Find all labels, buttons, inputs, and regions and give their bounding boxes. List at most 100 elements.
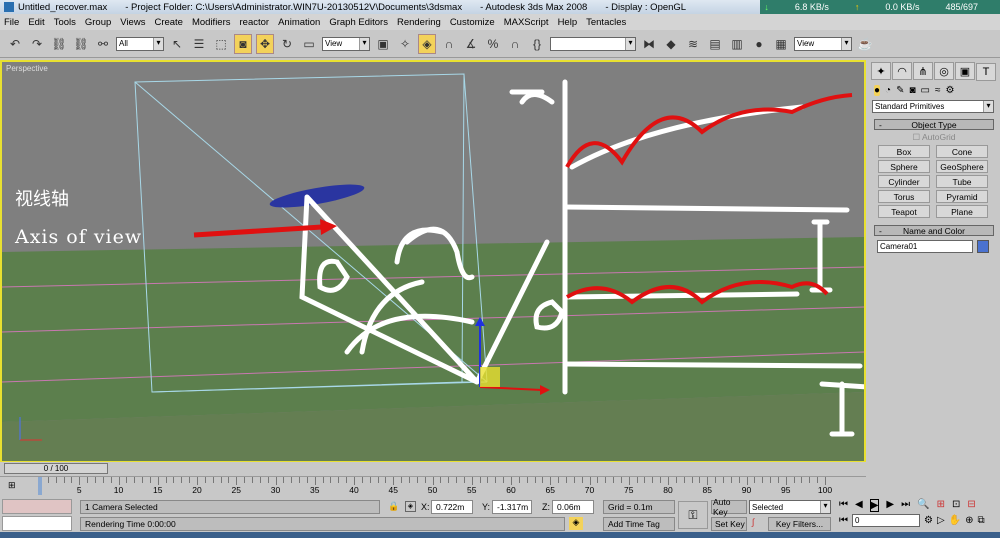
motion-tab-icon[interactable]: ◎ xyxy=(934,62,954,80)
autogrid-checkbox[interactable]: ☐ AutoGrid xyxy=(868,132,1000,143)
pan-icon[interactable]: ✋ xyxy=(949,515,961,526)
time-slider-thumb[interactable]: 0 / 100 xyxy=(4,463,108,474)
zoom-extents-all-icon[interactable]: ⊟ xyxy=(967,499,975,512)
auto-key-button[interactable]: Auto Key xyxy=(711,497,747,517)
key-mode-icon[interactable]: ⊞ xyxy=(8,480,16,491)
window-crossing-icon[interactable]: ◙ xyxy=(234,33,252,54)
selection-filter-dropdown[interactable]: All ▾ xyxy=(116,36,164,51)
time-config-icon[interactable]: ⚙ xyxy=(924,515,933,526)
helpers-icon[interactable]: ▭ xyxy=(921,85,930,96)
key-mode-dropdown[interactable]: Selected ▾ xyxy=(749,500,831,514)
cone-button[interactable]: Cone xyxy=(936,144,988,158)
hierarchy-tab-icon[interactable]: ⋔ xyxy=(913,62,933,80)
box-button[interactable]: Box xyxy=(878,144,930,158)
menu-reactor[interactable]: reactor xyxy=(240,17,270,28)
key-filters-button[interactable]: Key Filters... xyxy=(768,517,831,531)
create-tab-icon[interactable]: ✦ xyxy=(871,62,891,80)
named-selection-dropdown[interactable]: ▾ xyxy=(550,36,636,51)
spacewarps-icon[interactable]: ≈ xyxy=(935,85,941,96)
plane-button[interactable]: Plane xyxy=(936,204,988,218)
zoom-icon[interactable]: 🔍 xyxy=(917,499,929,512)
lights-icon[interactable]: ✎ xyxy=(896,85,904,96)
menu-edit[interactable]: Edit xyxy=(28,17,44,28)
menu-tentacles[interactable]: Tentacles xyxy=(586,17,626,28)
menu-group[interactable]: Group xyxy=(85,17,111,28)
shapes-icon[interactable]: ◔ xyxy=(885,85,891,96)
track-bar[interactable]: 0510152025303540455055606570758085909510… xyxy=(0,476,866,498)
menu-maxscript[interactable]: MAXScript xyxy=(504,17,549,28)
set-key-icon[interactable]: ⚿ xyxy=(678,501,708,529)
menu-tools[interactable]: Tools xyxy=(54,17,76,28)
set-key-button[interactable]: Set Key xyxy=(711,517,747,531)
edit-named-sel-icon[interactable]: {} xyxy=(528,34,546,54)
tube-button[interactable]: Tube xyxy=(936,174,988,188)
cylinder-button[interactable]: Cylinder xyxy=(878,174,930,188)
select-by-name-icon[interactable]: ☰ xyxy=(190,34,208,54)
goto-start-icon[interactable]: ⏮ xyxy=(839,499,848,512)
geosphere-button[interactable]: GeoSphere xyxy=(936,159,988,173)
perspective-viewport[interactable]: Perspective 视线轴 Axis of view xyxy=(0,60,866,463)
layer-manager-icon[interactable]: ≋ xyxy=(684,34,702,54)
spinner-snap-icon[interactable]: ∩ xyxy=(506,34,524,54)
cameras-icon[interactable]: ◙ xyxy=(909,85,915,96)
zoom-all-icon[interactable]: ⊞ xyxy=(937,499,945,512)
menu-customize[interactable]: Customize xyxy=(450,17,495,28)
select-icon[interactable]: ↖ xyxy=(168,34,186,54)
next-frame-icon[interactable]: ▶ xyxy=(886,499,894,512)
link-icon[interactable]: ⛓ xyxy=(50,34,68,54)
name-color-rollout[interactable]: - Name and Color xyxy=(874,224,994,236)
torus-button[interactable]: Torus xyxy=(878,189,930,203)
snap-icon[interactable]: ∩ xyxy=(440,34,458,54)
percent-snap-icon[interactable]: % xyxy=(484,34,502,54)
material-editor-icon[interactable]: ● xyxy=(750,34,768,54)
rect-selection-icon[interactable]: ⬚ xyxy=(212,34,230,54)
maxscript-input[interactable] xyxy=(2,516,72,531)
sphere-button[interactable]: Sphere xyxy=(878,159,930,173)
absolute-mode-icon[interactable]: ◈ xyxy=(405,501,416,512)
scale-icon[interactable]: ▭ xyxy=(300,34,318,54)
prev-frame-icon[interactable]: ◀ xyxy=(855,499,863,512)
zoom-extents-icon[interactable]: ⊡ xyxy=(952,499,960,512)
schematic-view-icon[interactable]: ▥ xyxy=(728,34,746,54)
object-name-input[interactable]: Camera01 xyxy=(877,239,973,253)
angle-snap-icon[interactable]: ∡ xyxy=(462,34,480,54)
time-slider[interactable]: 0 / 100 xyxy=(0,462,866,476)
display-tab-icon[interactable]: ▣ xyxy=(955,62,975,80)
mirror-icon[interactable]: ⧓ xyxy=(640,34,658,54)
add-time-tag-button[interactable]: Add Time Tag xyxy=(603,517,675,531)
move-icon[interactable]: ✥ xyxy=(256,33,274,54)
ref-coord-dropdown[interactable]: View ▾ xyxy=(322,36,370,51)
orbit-icon[interactable]: ⊕ xyxy=(965,515,973,526)
object-type-rollout[interactable]: - Object Type xyxy=(874,118,994,130)
x-coordinate-input[interactable]: 0.722m xyxy=(431,500,473,514)
rotate-icon[interactable]: ↻ xyxy=(278,34,296,54)
maxscript-listener[interactable] xyxy=(2,499,72,514)
redo-icon[interactable]: ↷ xyxy=(28,34,46,54)
menu-animation[interactable]: Animation xyxy=(278,17,320,28)
maximize-viewport-icon[interactable]: ⧉ xyxy=(978,515,985,526)
y-coordinate-input[interactable]: -1.317m xyxy=(492,500,532,514)
category-dropdown[interactable]: Standard Primitives ▾ xyxy=(872,99,994,113)
viewport-label[interactable]: Perspective xyxy=(6,64,48,73)
menu-create[interactable]: Create xyxy=(154,17,183,28)
menu-file[interactable]: File xyxy=(4,17,19,28)
current-frame-input[interactable]: 0 xyxy=(852,514,920,527)
manipulate-icon[interactable]: ✧ xyxy=(396,34,414,54)
undo-icon[interactable]: ↶ xyxy=(6,34,24,54)
unlink-icon[interactable]: ⛓ xyxy=(72,34,90,54)
align-icon[interactable]: ◆ xyxy=(662,34,680,54)
geometry-icon[interactable]: ● xyxy=(874,84,881,96)
lock-icon[interactable]: 🔒 xyxy=(388,501,399,512)
menu-views[interactable]: Views xyxy=(120,17,145,28)
curve-editor-icon[interactable]: ▤ xyxy=(706,34,724,54)
menu-graph-editors[interactable]: Graph Editors xyxy=(329,17,388,28)
time-marker[interactable] xyxy=(38,477,42,495)
systems-icon[interactable]: ⚙ xyxy=(945,85,954,96)
keyboard-shortcut-icon[interactable]: ◈ xyxy=(418,33,436,54)
menu-rendering[interactable]: Rendering xyxy=(397,17,441,28)
z-coordinate-input[interactable]: 0.06m xyxy=(552,500,594,514)
object-color-swatch[interactable] xyxy=(977,239,989,253)
menu-help[interactable]: Help xyxy=(558,17,578,28)
teapot-render-icon[interactable]: ☕ xyxy=(856,34,874,54)
goto-end-icon[interactable]: ⏭ xyxy=(901,499,910,512)
